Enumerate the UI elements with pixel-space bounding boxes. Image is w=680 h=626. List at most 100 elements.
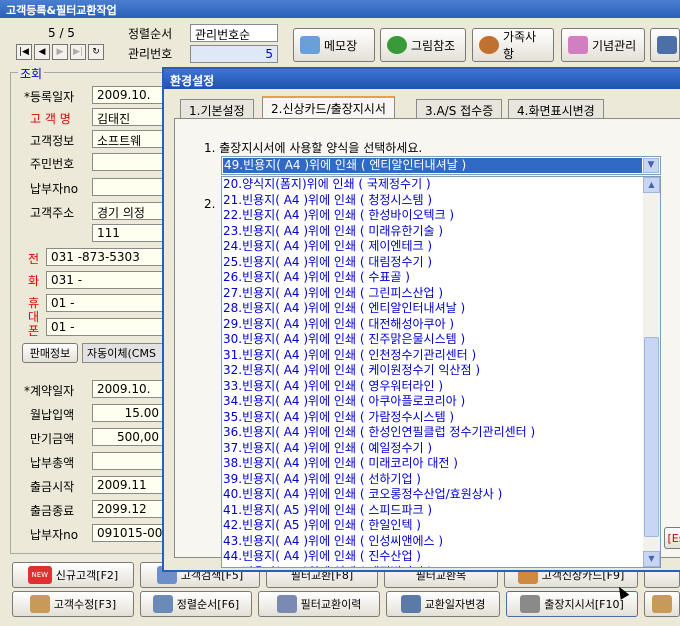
scroll-up-icon[interactable]: ▲ (643, 177, 660, 193)
info-field[interactable]: 소프트웨 (92, 130, 164, 148)
addr2-field[interactable]: 111 (92, 224, 164, 242)
user-icon (652, 595, 672, 613)
tab-basic[interactable]: 1.기본설정 (180, 99, 254, 119)
prev-record-button[interactable]: ◀ (34, 44, 50, 60)
phone2-field[interactable]: 031 - (46, 271, 164, 289)
list-item[interactable]: 37.빈용지( A4 )위에 인쇄 ( 예일정수기 ) (222, 441, 644, 457)
list-item[interactable]: 28.빈용지( A4 )위에 인쇄 ( 엔티알인터내셔날 ) (222, 301, 644, 317)
list-item[interactable]: 29.빈용지( A4 )위에 인쇄 ( 대전해성아쿠아 ) (222, 317, 644, 333)
edit-customer-button[interactable]: 고객수정[F3] (12, 591, 134, 617)
payer2-field[interactable]: 091015-00 (92, 524, 164, 542)
list-item[interactable]: 34.빈용지( A4 )위에 인쇄 ( 아쿠아플로코리아 ) (222, 394, 644, 410)
gift-icon (568, 36, 588, 54)
list-item[interactable]: 42.빈용지( A5 )위에 인쇄 ( 한일인텍 ) (222, 518, 644, 534)
addr1-field[interactable]: 경기 의정 (92, 202, 164, 220)
sales-info-button[interactable]: 판매정보 (22, 343, 78, 363)
dialog-title: 환경설정 (164, 69, 680, 89)
calendar-icon (400, 595, 421, 613)
list-item[interactable]: 30.빈용지( A4 )위에 인쇄 ( 진주맑은물시스템 ) (222, 332, 644, 348)
dispatch-form-list[interactable]: 20.양식지(폼지)위에 인쇄 ( 국제정수기 ) 21.빈용지( A4 )위에 … (221, 176, 661, 568)
family-icon (479, 36, 499, 54)
resident-field[interactable] (92, 153, 164, 171)
window-title: 고객등록&필터교환작업 (0, 0, 680, 18)
mobile-label-3: 폰 (28, 324, 40, 338)
printer-icon (520, 595, 541, 613)
memo-button[interactable]: 메모장 (293, 28, 375, 62)
scroll-thumb[interactable] (644, 337, 659, 537)
list-item[interactable]: 21.빈용지( A4 )위에 인쇄 ( 청정시스템 ) (222, 193, 644, 209)
list-item[interactable]: 32.빈용지( A4 )위에 인쇄 ( 케이원정수기 익산점 ) (222, 363, 644, 379)
autopay-field[interactable]: 자동이체(CMS (82, 343, 166, 363)
list-item[interactable]: 41.빈용지( A5 )위에 인쇄 ( 스피드파크 ) (222, 503, 644, 519)
maturity-field[interactable]: 500,00 (92, 428, 164, 446)
end-field[interactable]: 2099.12 (92, 500, 164, 518)
start-field[interactable]: 2009.11 (92, 476, 164, 494)
maturity-label: 만기금액 (30, 432, 75, 446)
prompt-2: 2. (204, 197, 216, 211)
mobile-field[interactable]: 01 - (46, 294, 164, 312)
list-item[interactable]: 31.빈용지( A4 )위에 인쇄 ( 인천정수기관리센터 ) (222, 348, 644, 364)
last-record-button[interactable]: ▶| (70, 44, 86, 60)
list-item[interactable]: 38.빈용지( A4 )위에 인쇄 ( 미래코리아 대전 ) (222, 456, 644, 472)
list-item[interactable]: 22.빈용지( A4 )위에 인쇄 ( 한성바이오텍크 ) (222, 208, 644, 224)
sort-order-button[interactable]: 정렬순서[F6] (140, 591, 252, 617)
name-label: 고 객 명 (30, 112, 71, 126)
list-item[interactable]: 39.빈용지( A4 )위에 인쇄 ( 선하기업 ) (222, 472, 644, 488)
scroll-down-icon[interactable]: ▼ (643, 551, 660, 567)
list-item[interactable]: 27.빈용지( A4 )위에 인쇄 ( 그린피스산업 ) (222, 286, 644, 302)
payer-field[interactable] (92, 178, 164, 196)
start-label: 출금시작 (30, 480, 75, 494)
option-list: 20.양식지(폼지)위에 인쇄 ( 국제정수기 ) 21.빈용지( A4 )위에 … (222, 177, 644, 568)
memo-label: 메모장 (324, 38, 358, 53)
monthly-field[interactable]: 15.00 (92, 404, 164, 422)
name-field[interactable]: 김태진 (92, 108, 164, 126)
phone-label-2: 화 (28, 274, 40, 288)
resident-label: 주민번호 (30, 157, 75, 171)
selected-form: 49.빈용지( A4 )위에 인쇄 ( 엔티알인터내셔날 ) (223, 158, 642, 173)
phone-field[interactable]: 031 -873-5303 (46, 248, 164, 266)
list-item[interactable]: 40.빈용지( A4 )위에 인쇄 ( 코오롱정수산업/효원상사 ) (222, 487, 644, 503)
history-icon (276, 595, 297, 613)
tab-display[interactable]: 4.화면표시변경 (508, 99, 604, 119)
record-counter: 5 / 5 (48, 26, 75, 40)
list-item[interactable]: 35.빈용지( A4 )위에 인쇄 ( 가람정수시스템 ) (222, 410, 644, 426)
list-item[interactable]: 25.빈용지( A4 )위에 인쇄 ( 대림정수기 ) (222, 255, 644, 271)
contract-label: *계약일자 (24, 384, 75, 398)
anniversary-label: 기념관리 (592, 38, 637, 53)
list-item[interactable]: 23.빈용지( A4 )위에 인쇄 ( 미래유한기술 ) (222, 224, 644, 240)
next-record-button[interactable]: ▶ (52, 44, 68, 60)
dispatch-label: 출장지시서[F10] (544, 598, 624, 611)
anniversary-button[interactable]: 기념관리 (561, 28, 645, 62)
list-item[interactable]: 44.빈용지( A4 )위에 인쇄 ( 진수산업 ) (222, 549, 644, 565)
family-button[interactable]: 가족사항 (472, 28, 554, 62)
prompt-1: 1. 출장지시서에 사용할 양식을 선택하세요. (204, 141, 423, 155)
list-scrollbar[interactable]: ▲ ▼ (643, 177, 660, 567)
chevron-down-icon[interactable]: ▼ (643, 158, 659, 173)
picture-button[interactable]: 그림참조 (380, 28, 466, 62)
reg-date-field[interactable]: 2009.10. (92, 86, 164, 104)
list-item[interactable]: 45.빈용지( A4 )위에 인쇄 ( 매직빌리지 ) (222, 565, 644, 568)
list-item[interactable]: 24.빈용지( A4 )위에 인쇄 ( 제이엔테크 ) (222, 239, 644, 255)
list-item[interactable]: 36.빈용지( A4 )위에 인쇄 ( 한성인연필클럽 정수기관리센터 ) (222, 425, 644, 441)
chart-button[interactable] (650, 28, 680, 62)
list-item[interactable]: 33.빈용지( A4 )위에 인쇄 ( 영우워터라인 ) (222, 379, 644, 395)
dispatch-form-select[interactable]: 49.빈용지( A4 )위에 인쇄 ( 엔티알인터내셔날 ) ▼ (221, 156, 661, 175)
list-item[interactable]: 43.빈용지( A4 )위에 인쇄 ( 인성씨앤에스 ) (222, 534, 644, 550)
list-item[interactable]: 26.빈용지( A4 )위에 인쇄 ( 수표골 ) (222, 270, 644, 286)
refresh-icon[interactable]: ↻ (88, 44, 104, 60)
info-label: 고객정보 (30, 134, 75, 148)
tab-as-receipt[interactable]: 3.A/S 접수증 (416, 99, 503, 119)
mobile2-field[interactable]: 01 - (46, 318, 164, 336)
change-date-button[interactable]: 교환일자변경 (386, 591, 500, 617)
close-button[interactable]: [Esc (664, 527, 680, 549)
tab-card-dispatch[interactable]: 2.신상카드/출장지시서 (262, 96, 395, 119)
first-record-button[interactable]: |◀ (16, 44, 32, 60)
sort-select[interactable]: 관리번호순 (190, 24, 278, 42)
payer2-label: 납부자no (30, 528, 79, 542)
new-customer-button[interactable]: NEW 신규고객[F2] (12, 562, 134, 588)
filter-history-button[interactable]: 필터교환이력 (258, 591, 380, 617)
edit-customer-label: 고객수정[F3] (53, 598, 117, 611)
extra-button-bottom[interactable] (644, 591, 680, 617)
contract-field[interactable]: 2009.10. (92, 380, 164, 398)
list-item[interactable]: 20.양식지(폼지)위에 인쇄 ( 국제정수기 ) (222, 177, 644, 193)
